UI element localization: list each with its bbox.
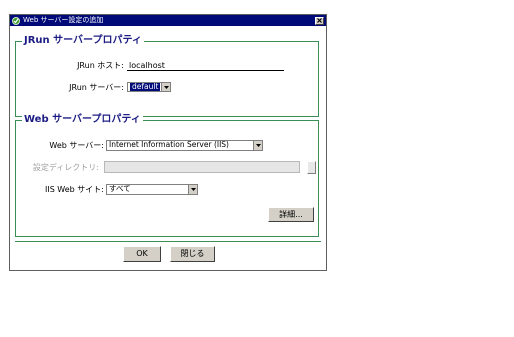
- iis-site-label: IIS Web サイト:: [44, 185, 104, 194]
- jrun-server-value: default: [130, 82, 161, 91]
- browse-button[interactable]: [307, 161, 316, 174]
- title-bar[interactable]: Web サーバー設定の追加: [10, 15, 326, 26]
- footer-divider: [15, 241, 321, 242]
- chevron-down-icon[interactable]: [161, 83, 170, 91]
- window-title: Web サーバー設定の追加: [23, 16, 104, 24]
- jrun-properties-group: JRun サーバープロパティ JRun ホスト: localhost JRun …: [15, 35, 319, 117]
- close-dialog-button[interactable]: 閉じる: [170, 246, 215, 262]
- jrun-server-select[interactable]: default: [127, 82, 171, 92]
- iis-site-select[interactable]: すべて: [106, 184, 198, 195]
- check-icon: [12, 16, 20, 25]
- jrun-host-input[interactable]: localhost: [127, 60, 284, 71]
- config-dir-label: 設定ディレクトリ:: [32, 163, 99, 172]
- jrun-host-value: localhost: [129, 61, 165, 70]
- details-button[interactable]: 詳細...: [268, 207, 314, 222]
- dialog-window: Web サーバー設定の追加 JRun サーバープロパティ JRun ホスト: l…: [9, 14, 327, 271]
- web-server-select[interactable]: Internet Information Server (IIS): [106, 140, 263, 151]
- jrun-group-title: JRun サーバープロパティ: [22, 35, 144, 47]
- web-group-title: Web サーバープロパティ: [22, 114, 143, 126]
- close-icon: [317, 18, 322, 23]
- chevron-down-icon[interactable]: [188, 185, 197, 194]
- web-properties-group: Web サーバープロパティ Web サーバー: Internet Informa…: [15, 114, 319, 237]
- web-server-label: Web サーバー:: [49, 141, 104, 150]
- jrun-server-label: JRun サーバー:: [69, 83, 124, 92]
- jrun-host-label: JRun ホスト:: [77, 61, 124, 70]
- iis-site-value: すべて: [109, 184, 131, 193]
- web-server-value: Internet Information Server (IIS): [109, 140, 229, 149]
- config-dir-input[interactable]: [104, 161, 300, 173]
- chevron-down-icon[interactable]: [253, 141, 262, 150]
- close-button[interactable]: [315, 16, 324, 25]
- ok-button[interactable]: OK: [123, 246, 161, 262]
